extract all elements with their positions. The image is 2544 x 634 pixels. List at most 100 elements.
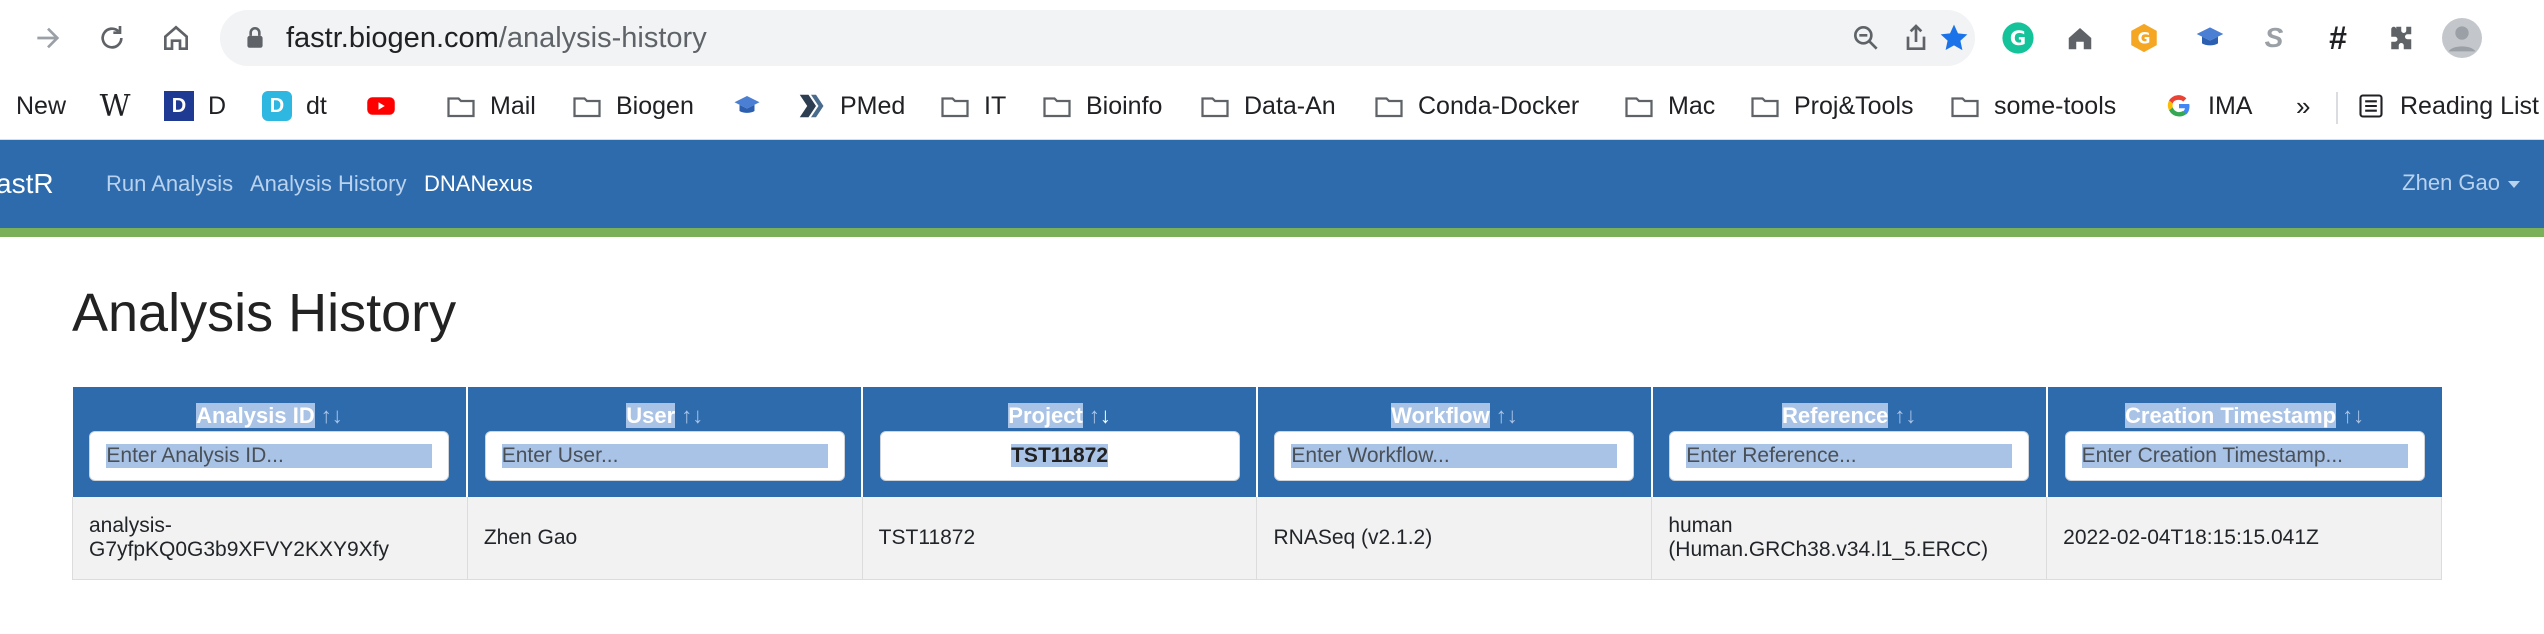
analysis-id-filter-input[interactable]	[89, 431, 450, 481]
bookmark-folder-proj-tools[interactable]: Proj&Tools	[1750, 86, 1914, 126]
google-icon	[2164, 91, 2194, 121]
analysis-history-table: Analysis ID↑↓ User↑↓ Project↑↓ TST11872 …	[72, 387, 2442, 580]
bookmark-youtube[interactable]	[366, 86, 410, 126]
workflow-filter-input[interactable]	[1274, 431, 1635, 481]
bookmark-new[interactable]: New	[16, 86, 66, 126]
puzzle-icon[interactable]	[2380, 18, 2420, 58]
dt-app-icon: D	[262, 91, 292, 121]
column-label[interactable]: Project	[1008, 403, 1083, 428]
bookmarks-bar: New W DD Ddt Mail Biogen PMed IT Bioinfo…	[0, 76, 2544, 140]
share-icon[interactable]	[1900, 22, 1932, 54]
home-extension-icon[interactable]	[2060, 18, 2100, 58]
bookmark-ima[interactable]: IMA	[2164, 86, 2252, 126]
gitmind-icon[interactable]: G	[2124, 18, 2164, 58]
bookmark-folder-data-an[interactable]: Data-An	[1200, 86, 1336, 126]
s-extension-icon[interactable]: S	[2254, 18, 2294, 58]
column-header-project: Project ↑↓ TST11872	[862, 387, 1258, 497]
wikipedia-icon: W	[99, 88, 131, 124]
graduation-cap-icon	[732, 91, 762, 121]
home-icon[interactable]	[156, 18, 196, 58]
zoom-out-icon[interactable]	[1850, 22, 1882, 54]
page-title: Analysis History	[72, 283, 457, 343]
project-filter-value: TST11872	[1011, 444, 1109, 467]
bookmark-folder-biogen[interactable]: Biogen	[572, 86, 694, 126]
bookmark-dt[interactable]: Ddt	[262, 86, 327, 126]
pmed-icon	[796, 91, 826, 121]
hashtag-extension-icon[interactable]: #	[2318, 18, 2358, 58]
folder-icon	[1750, 91, 1780, 121]
bookmark-folder-mail[interactable]: Mail	[446, 86, 536, 126]
url-text[interactable]: fastr.biogen.com/analysis-history	[286, 22, 707, 54]
user-name: Zhen Gao	[2402, 170, 2500, 195]
nav-run-analysis[interactable]: Run Analysis	[106, 170, 233, 198]
user-menu-toggle[interactable]: Zhen Gao	[2402, 170, 2520, 196]
column-header-creation-timestamp: Creation Timestamp ↑↓	[2046, 387, 2442, 497]
cell-analysis-id: analysis- G7yfpKQ0G3b9XFVY2KXY9Xfy	[72, 497, 468, 580]
bookmark-pmed[interactable]: PMed	[796, 86, 905, 126]
analysis-id-text: analysis-	[89, 513, 172, 537]
navbar-accent-line	[0, 228, 2544, 237]
folder-icon	[1374, 91, 1404, 121]
cell-creation-timestamp: 2022-02-04T18:15:15.041Z	[2046, 497, 2442, 580]
browser-toolbar: fastr.biogen.com/analysis-history G G S …	[0, 0, 2544, 76]
reference-text: human	[1668, 513, 1733, 537]
bookmark-folder-some-tools[interactable]: some-tools	[1950, 86, 2116, 126]
nav-analysis-history[interactable]: Analysis History	[250, 170, 406, 198]
column-header-analysis-id: Analysis ID ↑↓	[72, 387, 469, 497]
column-header-workflow: Workflow ↑↓	[1256, 387, 1653, 497]
user-filter-input[interactable]	[484, 431, 845, 481]
bookmarks-overflow-button[interactable]: »	[2296, 86, 2310, 126]
table-header-row: Analysis ID↑↓ User↑↓ Project↑↓ TST11872 …	[72, 387, 2442, 497]
folder-icon	[1950, 91, 1980, 121]
folder-icon	[1042, 91, 1072, 121]
reference-text: (Human.GRCh38.v34.l1_5.ERCC)	[1668, 537, 1989, 561]
bookmarks-divider	[2336, 92, 2338, 124]
bookmark-folder-bioinfo[interactable]: Bioinfo	[1042, 86, 1162, 126]
sort-icon[interactable]: ↑↓	[2342, 403, 2364, 428]
column-header-user: User ↑↓	[467, 387, 864, 497]
avatar[interactable]	[2442, 18, 2482, 58]
sort-desc-icon[interactable]: ↑↓	[1089, 403, 1111, 428]
folder-icon	[1200, 91, 1230, 121]
project-filter-input[interactable]: TST11872	[879, 431, 1240, 481]
nav-dnanexus[interactable]: DNANexus	[424, 170, 533, 198]
creation-timestamp-filter-input[interactable]	[2064, 431, 2425, 481]
bookmark-folder-it[interactable]: IT	[940, 86, 1006, 126]
folder-icon	[446, 91, 476, 121]
sort-icon[interactable]: ↑↓	[321, 403, 343, 428]
column-label[interactable]: Analysis ID	[196, 403, 315, 428]
sort-icon[interactable]: ↑↓	[1496, 403, 1518, 428]
bookmark-scholar[interactable]	[732, 86, 776, 126]
youtube-icon	[366, 91, 396, 121]
app-navbar: astR Run Analysis Analysis History DNANe…	[0, 140, 2544, 228]
sort-icon[interactable]: ↑↓	[681, 403, 703, 428]
column-header-reference: Reference ↑↓	[1651, 387, 2048, 497]
svg-text:G: G	[2010, 27, 2026, 50]
bookmark-folder-mac[interactable]: Mac	[1624, 86, 1715, 126]
app-brand[interactable]: astR	[0, 168, 54, 200]
reading-list-icon	[2356, 91, 2386, 121]
sort-icon[interactable]: ↑↓	[1894, 403, 1916, 428]
reading-list-button[interactable]: Reading List	[2356, 86, 2539, 126]
bookmark-folder-conda-docker[interactable]: Conda-Docker	[1374, 86, 1579, 126]
column-label[interactable]: User	[626, 403, 676, 428]
folder-icon	[940, 91, 970, 121]
reference-filter-input[interactable]	[1669, 431, 2030, 481]
grammarly-icon[interactable]: G	[1998, 18, 2038, 58]
graduation-cap-icon[interactable]	[2190, 18, 2230, 58]
reload-icon[interactable]	[92, 18, 132, 58]
folder-icon	[572, 91, 602, 121]
lock-icon[interactable]	[242, 25, 268, 51]
d-app-icon: D	[164, 91, 194, 121]
column-label[interactable]: Workflow	[1391, 403, 1490, 428]
bookmark-wikipedia[interactable]: W	[100, 86, 144, 126]
chevron-down-icon	[2508, 180, 2520, 188]
table-row[interactable]: analysis- G7yfpKQ0G3b9XFVY2KXY9Xfy Zhen …	[72, 497, 2442, 580]
address-bar[interactable]: fastr.biogen.com/analysis-history	[220, 10, 1975, 66]
column-label[interactable]: Reference	[1782, 403, 1889, 428]
forward-icon[interactable]	[28, 18, 68, 58]
column-label[interactable]: Creation Timestamp	[2125, 403, 2337, 428]
bookmark-star-icon[interactable]	[1938, 22, 1970, 54]
folder-icon	[1624, 91, 1654, 121]
bookmark-d[interactable]: DD	[164, 86, 226, 126]
